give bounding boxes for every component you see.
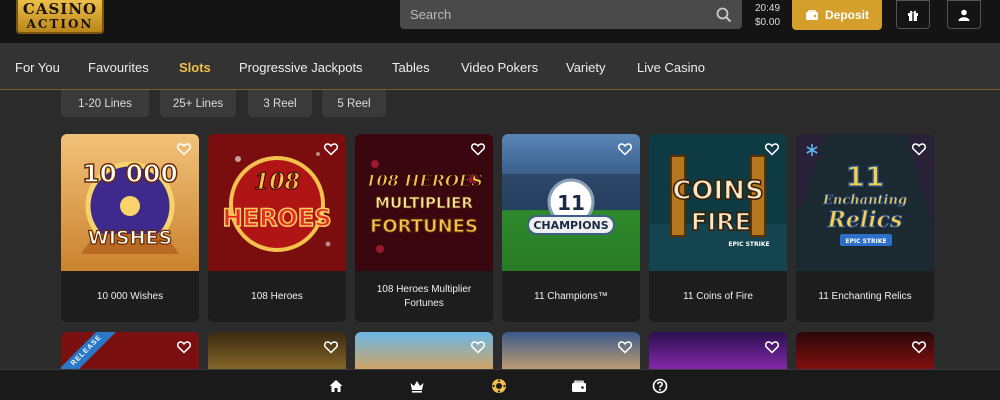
heart-icon[interactable] [471, 142, 485, 156]
wallet-icon [805, 10, 818, 20]
time-balance: 20:49 $0.00 [755, 2, 785, 30]
game-card-row2-1[interactable]: RELEASE [61, 332, 199, 372]
heart-icon[interactable] [177, 142, 191, 156]
slots-icon[interactable] [491, 378, 507, 394]
art-title-1: COINS [672, 176, 763, 206]
art-title-1: 10 000 [82, 159, 178, 188]
heart-icon[interactable] [618, 340, 632, 354]
search-input[interactable] [410, 7, 716, 22]
art-title-2: FIRE [691, 208, 751, 236]
search-bar[interactable] [400, 0, 742, 29]
top-header: CASINO ACTION 20:49 $0.00 Deposit [0, 0, 1000, 43]
filter-chip-3-reel[interactable]: 3 Reel [248, 90, 312, 117]
game-card-108-heroes[interactable]: 108 HEROES 108 Heroes [208, 134, 346, 322]
game-thumbnail[interactable]: COINS FIRE EPIC STRIKE [649, 134, 787, 271]
filter-chip-25-lines[interactable]: 25+ Lines [160, 90, 236, 117]
heart-icon[interactable] [618, 142, 632, 156]
wallet-icon[interactable] [571, 378, 587, 394]
heart-icon[interactable] [324, 340, 338, 354]
art-title-2: Enchanting [822, 193, 907, 208]
game-card-row2-5[interactable] [649, 332, 787, 372]
gift-button[interactable] [896, 0, 930, 29]
game-card-row2-3[interactable] [355, 332, 493, 372]
heart-icon[interactable] [912, 142, 926, 156]
tab-live-casino[interactable]: Live Casino [637, 60, 705, 75]
art-title-4: EPIC STRIKE [845, 238, 886, 245]
tab-progressive-jackpots[interactable]: Progressive Jackpots [239, 60, 363, 75]
game-card-row2-2[interactable] [208, 332, 346, 372]
casino-action-logo[interactable]: CASINO ACTION [16, 0, 104, 34]
art-title-3: FORTUNES [370, 216, 478, 237]
snowflake-icon [806, 144, 818, 156]
heart-icon[interactable] [177, 340, 191, 354]
account-balance: $0.00 [755, 17, 781, 28]
filter-chip-1-20-lines[interactable]: 1-20 Lines [61, 90, 149, 117]
game-title: 10 000 Wishes [96, 290, 164, 302]
tab-video-pokers[interactable]: Video Pokers [461, 60, 538, 75]
filter-chip-5-reel[interactable]: 5 Reel [322, 90, 386, 117]
tab-favourites[interactable]: Favourites [88, 60, 149, 75]
art-title-3: EPIC STRIKE [728, 241, 769, 248]
art-title-1: 108 [254, 169, 300, 195]
game-title: 11 Coins of Fire [683, 290, 753, 302]
gift-icon [908, 10, 918, 21]
deposit-label: Deposit [824, 8, 869, 22]
tab-slots[interactable]: Slots [179, 60, 211, 75]
tab-variety[interactable]: Variety [566, 60, 606, 75]
game-title: 108 Heroes [251, 290, 303, 302]
game-thumbnail[interactable]: 11 Enchanting Relics EPIC STRIKE [796, 134, 934, 271]
heart-icon[interactable] [471, 340, 485, 354]
heart-icon[interactable] [324, 142, 338, 156]
game-card-row2-6[interactable] [796, 332, 934, 372]
game-card-11-enchanting-relics[interactable]: 11 Enchanting Relics EPIC STRIKE 11 Ench… [796, 134, 934, 322]
game-card-108-heroes-multiplier-fortunes[interactable]: 108 HEROES MULTIPLIER FORTUNES 108 Heroe… [355, 134, 493, 322]
art-title-2: WISHES [88, 227, 172, 249]
account-button[interactable] [947, 0, 981, 29]
game-thumbnail[interactable]: 11 CHAMPIONS [502, 134, 640, 271]
game-card-row2-4[interactable] [502, 332, 640, 372]
art-title-2: MULTIPLIER [375, 194, 473, 212]
game-title: 108 Heroes Multiplier Fortunes [376, 283, 472, 309]
category-nav: For You Favourites Slots Progressive Jac… [0, 43, 1000, 90]
heart-icon[interactable] [912, 340, 926, 354]
game-title: 11 Enchanting Relics [818, 290, 912, 302]
clock-time: 20:49 [755, 3, 781, 14]
logo-line1: CASINO [22, 0, 98, 18]
game-thumbnail[interactable]: 10 000 WISHES [61, 134, 199, 271]
tab-for-you[interactable]: For You [15, 60, 60, 75]
game-card-10000-wishes[interactable]: 10 000 WISHES 10 000 Wishes [61, 134, 199, 322]
game-card-11-champions[interactable]: 11 CHAMPIONS 11 Champions™ [502, 134, 640, 322]
user-icon [958, 9, 970, 21]
heart-icon[interactable] [765, 142, 779, 156]
search-icon[interactable] [716, 7, 732, 23]
game-title: 11 Champions™ [534, 290, 608, 302]
game-card-11-coins-of-fire[interactable]: COINS FIRE EPIC STRIKE 11 Coins of Fire [649, 134, 787, 322]
game-thumbnail[interactable]: 108 HEROES [208, 134, 346, 271]
deposit-button[interactable]: Deposit [792, 0, 882, 30]
tab-tables[interactable]: Tables [392, 60, 430, 75]
art-title-1: 108 HEROES [365, 171, 482, 190]
heart-icon[interactable] [765, 340, 779, 354]
bottom-nav-bar [0, 369, 1000, 400]
logo-line2: ACTION [26, 17, 94, 31]
crown-icon[interactable] [409, 378, 425, 394]
game-thumbnail[interactable]: 108 HEROES MULTIPLIER FORTUNES [355, 134, 493, 271]
art-title-1: 11 [846, 160, 885, 193]
home-icon[interactable] [328, 378, 344, 394]
art-title-1: 11 [557, 191, 585, 215]
new-release-ribbon: RELEASE [61, 332, 121, 372]
art-title-2: CHAMPIONS [533, 219, 608, 232]
art-title-3: Relics [827, 207, 903, 233]
help-icon[interactable] [652, 378, 668, 394]
art-title-2: HEROES [222, 204, 331, 232]
